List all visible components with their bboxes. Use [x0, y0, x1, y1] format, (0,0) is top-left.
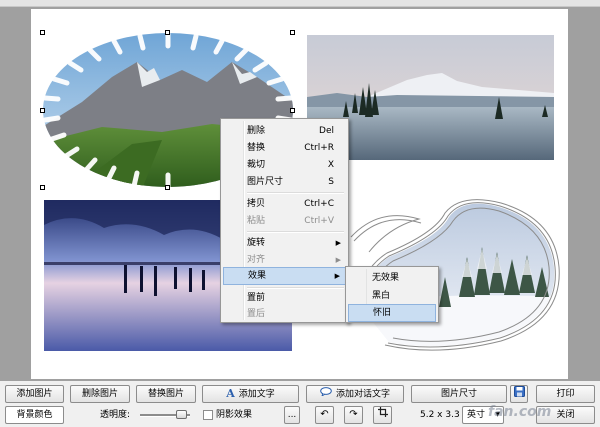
- crop-icon: [377, 407, 388, 423]
- rotate-left-button[interactable]: ↶: [315, 406, 334, 424]
- unit-select-value: 英寸: [467, 410, 486, 420]
- effect-bw[interactable]: 黑白: [348, 287, 436, 305]
- selection-handle-mr[interactable]: [290, 108, 295, 113]
- selection-handle-bc[interactable]: [165, 185, 170, 190]
- effect-vintage[interactable]: 怀旧: [348, 304, 436, 322]
- context-menu: 删除 Del 替换 Ctrl+R 裁切 X 图片尺寸 S 拷贝 Ctrl+C 粘贴 Ctrl…: [220, 118, 349, 323]
- opacity-label: 透明度:: [100, 410, 131, 420]
- menu-item-image-size[interactable]: 图片尺寸 S: [223, 173, 346, 191]
- menu-separator: [247, 192, 344, 194]
- menu-item-rotate[interactable]: 旋转 ▶: [223, 234, 346, 252]
- shadow-checkbox[interactable]: [203, 410, 213, 420]
- menu-item-crop[interactable]: 裁切 X: [223, 156, 346, 174]
- delete-image-button[interactable]: 删除图片: [70, 385, 130, 403]
- window-top-edge: [0, 0, 600, 7]
- menu-separator: [247, 231, 344, 233]
- menu-item-send-back: 置后: [247, 309, 266, 319]
- floppy-disk-icon: [513, 386, 525, 403]
- effects-submenu: 无效果 黑白 怀旧: [345, 266, 439, 323]
- replace-image-button[interactable]: 替换图片: [136, 385, 196, 403]
- more-options-button[interactable]: ...: [284, 406, 300, 424]
- shadow-label: 阴影效果: [216, 410, 253, 420]
- menu-item-copy[interactable]: 拷贝 Ctrl+C: [223, 195, 346, 213]
- rotate-left-icon: ↶: [320, 409, 329, 420]
- selection-handle-tr[interactable]: [290, 30, 295, 35]
- add-image-button[interactable]: 添加图片: [5, 385, 64, 403]
- background-color-button[interactable]: 背景颜色: [5, 406, 64, 424]
- text-a-icon: A: [226, 387, 235, 400]
- rotate-right-icon: ↷: [349, 409, 358, 420]
- opacity-slider-thumb[interactable]: [176, 410, 187, 419]
- add-bubble-text-button[interactable]: 添加对话文字: [306, 385, 404, 403]
- selection-handle-tl[interactable]: [40, 30, 45, 35]
- selection-handle-ml[interactable]: [40, 108, 45, 113]
- add-text-label: 添加文字: [238, 389, 275, 400]
- menu-item-paste: 粘贴 Ctrl+V: [247, 216, 334, 226]
- submenu-arrow-icon: ▶: [335, 239, 341, 247]
- add-bubble-text-label: 添加对话文字: [335, 389, 390, 400]
- speech-bubble-icon: [320, 386, 332, 402]
- save-button[interactable]: [510, 385, 528, 403]
- submenu-arrow-icon: ▶: [334, 272, 340, 280]
- menu-item-effects[interactable]: 效果 ▶: [223, 267, 346, 285]
- selection-handle-tc[interactable]: [165, 30, 170, 35]
- menu-item-delete[interactable]: 删除 Del: [223, 122, 346, 140]
- selection-handle-bl[interactable]: [40, 185, 45, 190]
- effect-none[interactable]: 无效果: [348, 269, 436, 287]
- size-readout: 5.2 x 3.3: [420, 410, 460, 420]
- image-size-button[interactable]: 图片尺寸: [411, 385, 507, 403]
- add-text-button[interactable]: A 添加文字: [202, 385, 299, 403]
- rotate-right-button[interactable]: ↷: [344, 406, 363, 424]
- print-button[interactable]: 打印: [536, 385, 595, 403]
- watermark: fan.com: [488, 404, 552, 420]
- menu-item-replace[interactable]: 替换 Ctrl+R: [223, 139, 346, 157]
- crop-button[interactable]: [373, 406, 392, 424]
